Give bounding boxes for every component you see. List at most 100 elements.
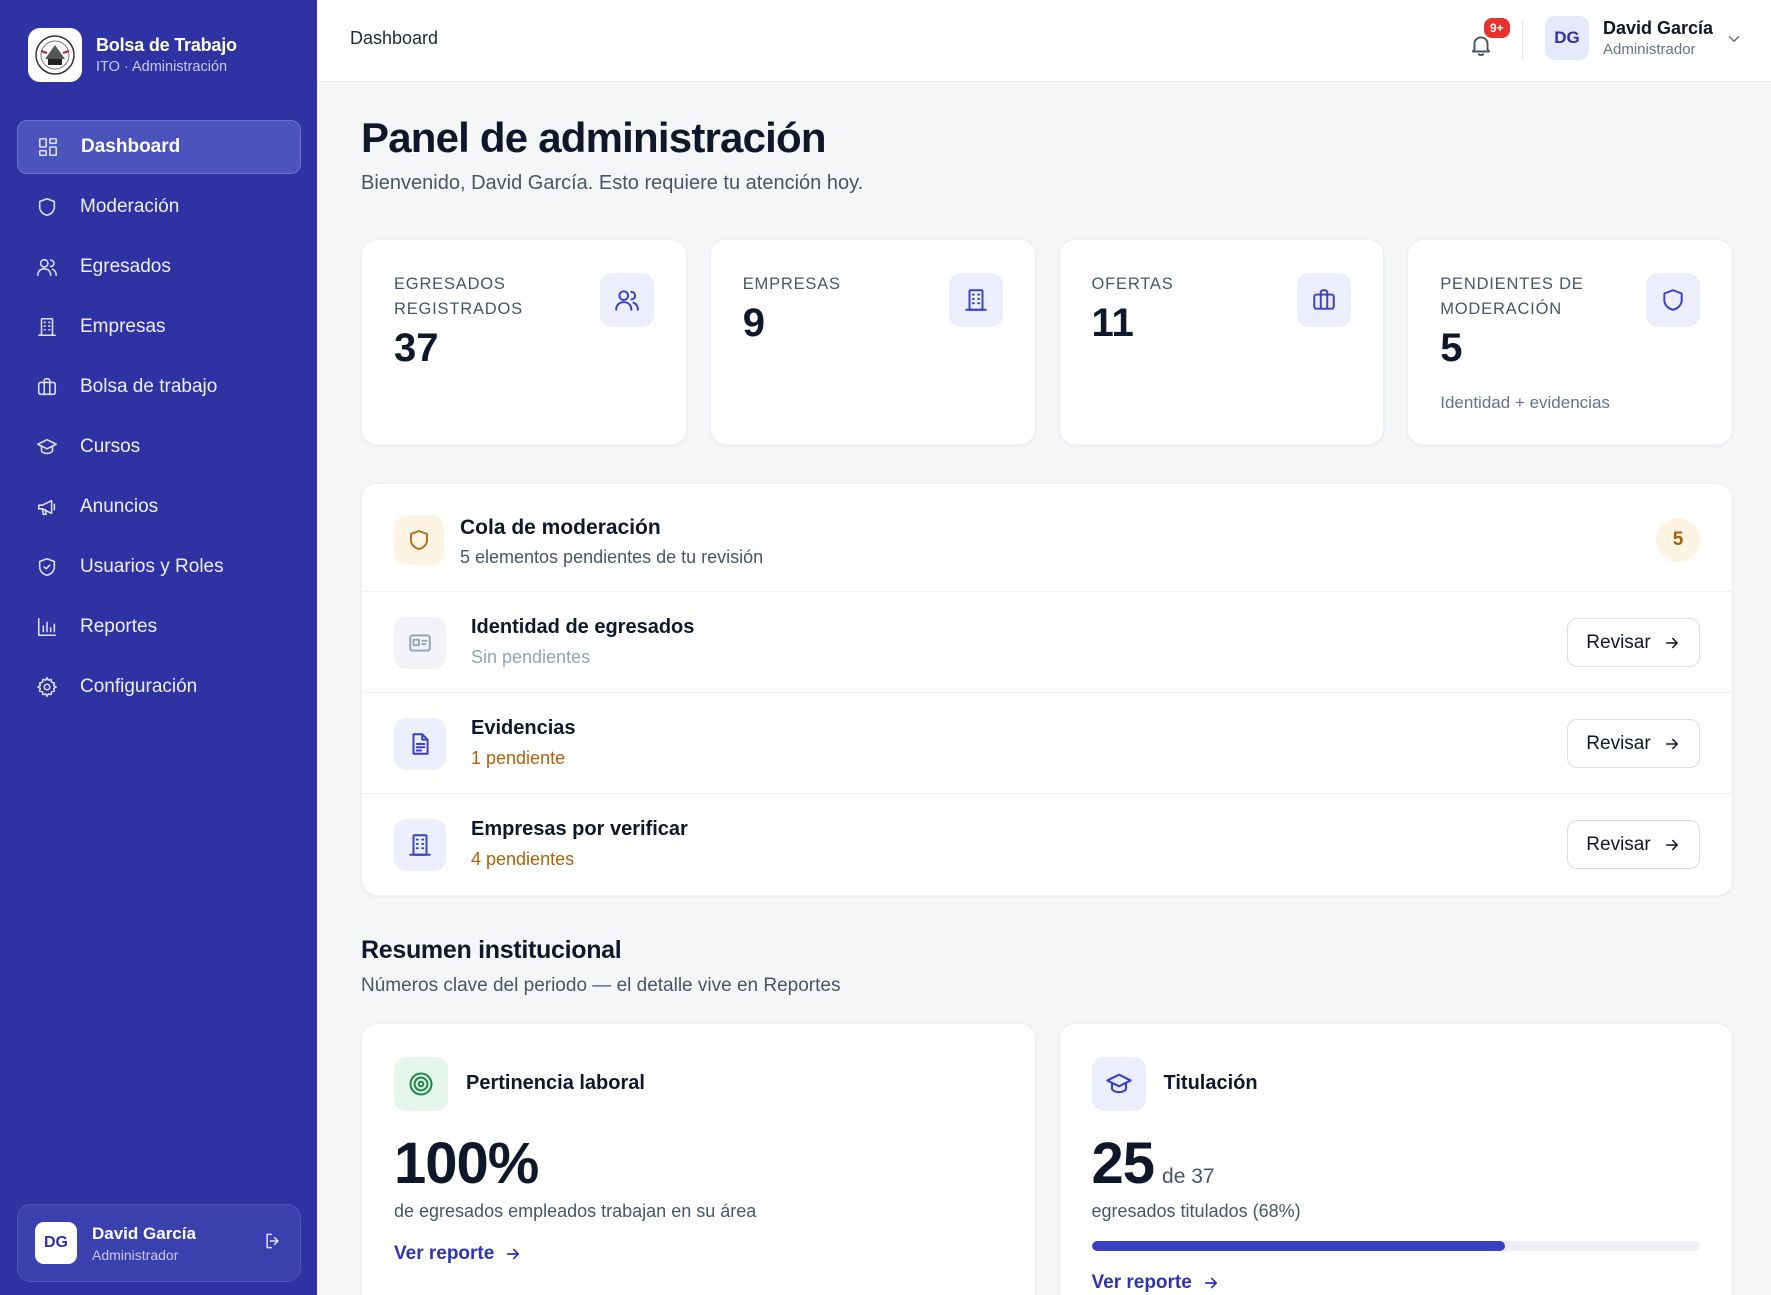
id-card-icon: [394, 617, 446, 669]
summary-card-value: 100%: [394, 1130, 539, 1197]
sidebar-item-dashboard[interactable]: Dashboard: [17, 120, 301, 174]
view-report-label: Ver reporte: [394, 1243, 495, 1264]
sidebar-user-card: DG David García Administrador: [17, 1204, 301, 1282]
queue-row-empresas: Empresas por verificar 4 pendientes Revi…: [362, 794, 1732, 895]
shield-icon: [35, 195, 59, 219]
sidebar-item-moderacion[interactable]: Moderación: [17, 180, 301, 234]
graduation-cap-icon: [1091, 1057, 1146, 1111]
sidebar-item-label: Bolsa de trabajo: [80, 376, 218, 397]
summary-card-value: 25 de 37: [1092, 1130, 1215, 1197]
review-button[interactable]: Revisar: [1567, 719, 1700, 768]
queue-row-status: 4 pendientes: [471, 849, 575, 869]
notifications-button[interactable]: 9+: [1464, 16, 1512, 60]
user-role: Administrador: [1603, 41, 1696, 58]
summary-card-title: Titulación: [1163, 1072, 1258, 1094]
progress-fill: [1091, 1241, 1505, 1251]
avatar[interactable]: DG: [1545, 16, 1589, 60]
view-report-link[interactable]: Ver reporte: [1092, 1272, 1220, 1294]
summary-card-pertinencia: Pertinencia laboral 100% de egresados em…: [361, 1023, 1036, 1295]
shield-icon: [1646, 273, 1700, 327]
sidebar-item-label: Anuncios: [80, 496, 159, 517]
summary-row: Pertinencia laboral 100% de egresados em…: [361, 1023, 1733, 1295]
summary-card-value-suffix: de 37: [1162, 1165, 1215, 1188]
notifications-badge: 9+: [1482, 16, 1512, 40]
stat-label: Egresados registrados: [394, 275, 523, 318]
users-icon: [599, 273, 654, 327]
queue-count-badge: 5: [1656, 518, 1700, 562]
building-icon: [35, 315, 59, 339]
avatar: DG: [35, 1222, 77, 1264]
target-icon: [394, 1057, 448, 1111]
sidebar-item-label: Egresados: [80, 256, 171, 277]
moderation-queue: Cola de moderación 5 elementos pendiente…: [361, 483, 1733, 896]
summary-card-description: de egresados empleados trabajan en su ár…: [394, 1201, 757, 1221]
queue-row-status: Sin pendientes: [471, 647, 591, 667]
stat-card-pendientes[interactable]: Pendientes de moderación 5 Identidad + e…: [1407, 239, 1733, 445]
dashboard-icon: [36, 135, 60, 159]
user-menu[interactable]: David García Administrador: [1603, 18, 1713, 58]
queue-subtitle: 5 elementos pendientes de tu revisión: [460, 547, 764, 567]
review-button[interactable]: Revisar: [1567, 618, 1700, 667]
review-button[interactable]: Revisar: [1567, 820, 1700, 869]
sidebar-item-label: Reportes: [80, 616, 158, 637]
sidebar: Bolsa de Trabajo ITO · Administración Da…: [0, 0, 317, 1295]
stat-label: Empresas: [742, 275, 841, 293]
page-title: Panel de administración: [361, 114, 827, 161]
stat-label: Ofertas: [1091, 275, 1174, 293]
review-button-label: Revisar: [1586, 833, 1651, 855]
section-title: Resumen institucional: [361, 936, 622, 964]
queue-row-identidad: Identidad de egresados Sin pendientes Re…: [362, 592, 1732, 693]
users-icon: [35, 255, 59, 279]
review-button-label: Revisar: [1586, 631, 1651, 653]
brand[interactable]: Bolsa de Trabajo ITO · Administración: [28, 28, 237, 82]
topbar: Dashboard 9+ DG David García Administrad…: [317, 0, 1771, 82]
arrow-right-icon: [1665, 839, 1678, 850]
sidebar-item-anuncios[interactable]: Anuncios: [17, 480, 301, 534]
summary-card-description: egresados titulados (68%): [1091, 1201, 1301, 1221]
section-subtitle: Números clave del periodo — el detalle v…: [361, 975, 841, 996]
stat-value: 37: [394, 326, 439, 370]
view-report-label: Ver reporte: [1091, 1272, 1192, 1293]
page-subtitle: Bienvenido, David García. Esto requiere …: [361, 172, 864, 194]
sidebar-item-empresas[interactable]: Empresas: [17, 300, 301, 354]
sidebar-item-reportes[interactable]: Reportes: [17, 600, 301, 654]
bar-chart-icon: [35, 615, 59, 639]
breadcrumb: Dashboard: [350, 28, 439, 48]
brand-logo: [28, 28, 82, 82]
sidebar-item-bolsa-de-trabajo[interactable]: Bolsa de trabajo: [17, 360, 301, 414]
sidebar-item-cursos[interactable]: Cursos: [17, 420, 301, 474]
chevron-down-icon[interactable]: [1725, 30, 1743, 53]
megaphone-icon: [35, 495, 59, 519]
briefcase-icon: [35, 375, 59, 399]
sidebar-user-name: David García: [92, 1223, 196, 1243]
titulacion-progress-bar: [1091, 1241, 1700, 1251]
arrow-right-icon: [1665, 738, 1678, 749]
sidebar-nav: Dashboard Moderación Egresados Empresas …: [17, 120, 301, 720]
view-report-link[interactable]: Ver reporte: [394, 1243, 522, 1265]
review-button-label: Revisar: [1586, 732, 1651, 754]
stat-note: Identidad + evidencias: [1440, 393, 1610, 412]
sidebar-item-label: Configuración: [80, 676, 198, 697]
arrow-right-icon: [507, 1248, 520, 1260]
stat-card-ofertas[interactable]: Ofertas 11: [1058, 239, 1385, 445]
queue-title: Cola de moderación: [460, 516, 661, 539]
sidebar-item-label: Moderación: [80, 196, 180, 217]
stat-value: 5: [1440, 326, 1463, 370]
summary-card-value-number: 100%: [394, 1131, 539, 1196]
sidebar-item-configuracion[interactable]: Configuración: [17, 660, 301, 714]
gear-icon: [35, 675, 59, 699]
queue-row-evidencias: Evidencias 1 pendiente Revisar: [362, 693, 1732, 794]
logout-icon[interactable]: [263, 1231, 283, 1256]
sidebar-item-usuarios-y-roles[interactable]: Usuarios y Roles: [17, 540, 301, 594]
stats-row: Egresados registrados 37 Empresas 9 Ofer…: [361, 239, 1733, 445]
brand-subtitle: ITO · Administración: [96, 59, 228, 75]
stat-card-egresados[interactable]: Egresados registrados 37: [361, 239, 687, 445]
institution-seal-icon: [35, 35, 75, 75]
summary-card-title: Pertinencia laboral: [466, 1072, 645, 1094]
shield-check-icon: [35, 555, 59, 579]
stat-card-empresas[interactable]: Empresas 9: [709, 239, 1036, 445]
sidebar-item-label: Dashboard: [81, 136, 181, 157]
document-icon: [394, 718, 446, 770]
user-name: David García: [1603, 18, 1714, 38]
sidebar-item-egresados[interactable]: Egresados: [17, 240, 301, 294]
